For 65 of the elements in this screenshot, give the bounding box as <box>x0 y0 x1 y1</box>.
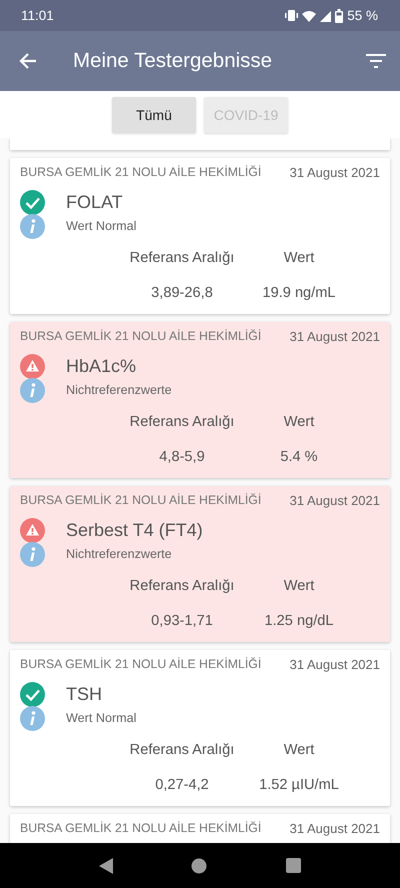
recents-button[interactable] <box>286 858 301 873</box>
result-value: 19.9 ng/mL <box>262 284 336 303</box>
battery-icon <box>335 8 344 22</box>
result-value: 1.25 ng/dL <box>264 612 334 631</box>
back-button[interactable] <box>18 51 38 71</box>
test-name: Serbest T4 (FT4) <box>66 519 204 542</box>
column-header: Referans Aralığı <box>130 577 234 596</box>
column-header: Referans Aralığı <box>130 413 234 432</box>
result-card[interactable]: BURSA GEMLİK 21 NOLU AİLE HEKİMLİĞİ 31 August 2021 HbA1c% Nichtreferenzwerte Referans Aralığı Wert 4,8-5,9 5.4 % <box>10 322 390 478</box>
filter-tab[interactable]: Tümü <box>112 97 196 133</box>
test-name: TSH <box>66 683 103 706</box>
result-card[interactable]: BURSA GEMLİK 21 NOLU AİLE HEKİMLİĞİ 31 August 2021 FOLAT Wert Normal Referans Aralığı Wert 3,89-26,8 19.9 ng/mL <box>10 158 390 314</box>
info-icon <box>20 542 45 567</box>
home-button[interactable] <box>191 858 208 874</box>
wifi-icon <box>302 10 316 22</box>
reference-range: 4,8-5,9 <box>159 448 205 467</box>
result-date: 31 August 2021 <box>290 656 380 672</box>
result-date: 31 August 2021 <box>290 328 380 344</box>
status-text: Wert Normal <box>66 710 138 727</box>
test-name: HbA1c% <box>66 355 138 378</box>
status-time: 11:01 <box>21 8 54 23</box>
column-header: Wert <box>284 249 314 268</box>
check-circle-icon <box>20 682 45 706</box>
battery-level: 55 % <box>347 8 378 23</box>
check-circle-icon <box>20 190 45 214</box>
result-card[interactable]: BURSA GEMLİK 21 NOLU AİLE HEKİMLİĞİ 31 August 2021 Serbest T4 (FT4) Nichtreferenzwerte Referans Aralığı Wert 0,93-1,71 1.25 ng/dL <box>10 486 390 642</box>
clinic-name: BURSA GEMLİK 21 NOLU AİLE HEKİMLİĞİ <box>20 657 262 671</box>
result-value: 5.4 % <box>280 448 318 467</box>
clinic-name: BURSA GEMLİK 21 NOLU AİLE HEKİMLİĞİ <box>20 821 262 835</box>
column-header: Wert <box>284 741 314 760</box>
reference-range: 3,89-26,8 <box>151 284 213 303</box>
result-date: 31 August 2021 <box>290 820 380 836</box>
reference-range: 0,27-4,2 <box>155 776 209 795</box>
back-button[interactable] <box>99 858 114 874</box>
status-text: Nichtreferenzwerte <box>66 382 173 399</box>
recents-icon <box>286 858 301 873</box>
warning-icon <box>20 518 45 542</box>
back-icon <box>99 858 114 874</box>
column-header: Wert <box>284 413 314 432</box>
column-header: Referans Aralığı <box>130 249 234 268</box>
status-text: Wert Normal <box>66 218 138 235</box>
info-icon <box>20 706 45 731</box>
result-card[interactable]: BURSA GEMLİK 21 NOLU AİLE HEKİMLİĞİ 31 August 2021 <box>10 814 390 843</box>
info-icon <box>20 378 45 403</box>
test-name: FOLAT <box>66 191 124 214</box>
column-header: Referans Aralığı <box>130 741 234 760</box>
filter-icon <box>366 52 386 70</box>
info-icon <box>20 214 45 239</box>
signal-icon <box>320 10 332 22</box>
clinic-name: BURSA GEMLİK 21 NOLU AİLE HEKİMLİĞİ <box>20 165 262 179</box>
vibrate-icon <box>285 9 298 22</box>
screen-title: Meine Testergebnisse <box>73 49 274 73</box>
back-arrow-icon <box>18 51 38 71</box>
clinic-name: BURSA GEMLİK 21 NOLU AİLE HEKİMLİĞİ <box>20 493 262 507</box>
result-card[interactable]: BURSA GEMLİK 21 NOLU AİLE HEKİMLİĞİ 31 August 2021 TSH Wert Normal Referans Aralığı Wert 0,27-4,2 1.52 µIU/mL <box>10 650 390 806</box>
result-date: 31 August 2021 <box>290 492 380 508</box>
result-value: 1.52 µIU/mL <box>259 776 339 795</box>
status-text: Nichtreferenzwerte <box>66 546 173 563</box>
column-header: Wert <box>284 577 314 596</box>
filter-button[interactable] <box>366 52 386 70</box>
result-date: 31 August 2021 <box>290 164 380 180</box>
clinic-name: BURSA GEMLİK 21 NOLU AİLE HEKİMLİĞİ <box>20 329 262 343</box>
home-icon <box>191 858 208 874</box>
warning-icon <box>20 354 45 378</box>
reference-range: 0,93-1,71 <box>151 612 213 631</box>
